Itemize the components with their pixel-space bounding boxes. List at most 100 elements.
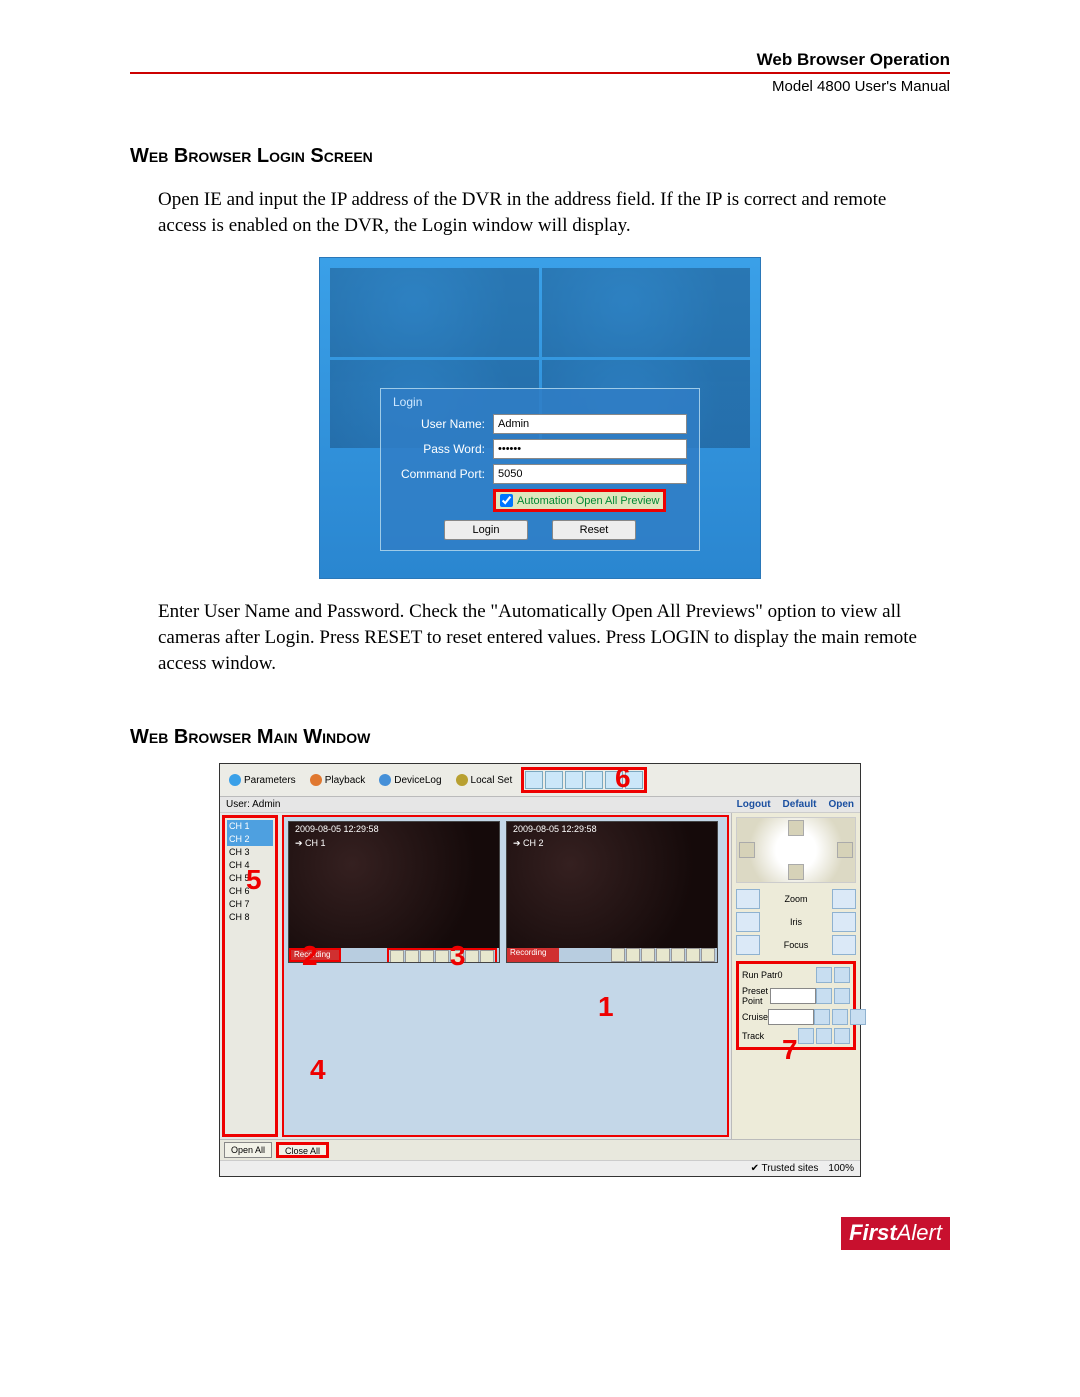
channel-item[interactable]: CH 5	[227, 872, 273, 885]
pill-icon[interactable]	[816, 988, 832, 1004]
layout-25[interactable]	[605, 771, 623, 789]
preset-point-label: Preset Point	[742, 986, 770, 1006]
track-label: Track	[742, 1031, 764, 1041]
section-heading-login: Web Browser Login Screen	[130, 145, 950, 168]
channel-item[interactable]: CH 7	[227, 898, 273, 911]
password-label: Pass Word:	[393, 442, 485, 456]
auto-open-preview-checkbox[interactable]	[500, 494, 513, 507]
toolbar-parameters-label: Parameters	[244, 775, 296, 786]
tile-ctrl-icon[interactable]	[671, 948, 685, 962]
focus-far-button[interactable]	[832, 935, 856, 955]
tile-ctrl-icon[interactable]	[420, 950, 434, 963]
pill-icon[interactable]	[834, 967, 850, 983]
zoom-out-button[interactable]	[736, 889, 760, 909]
pill-icon[interactable]	[850, 1009, 866, 1025]
toolbar-devicelog[interactable]: DeviceLog	[374, 773, 446, 787]
layout-buttons-group	[521, 767, 647, 793]
layout-9[interactable]	[565, 771, 583, 789]
channel-item[interactable]: CH 6	[227, 885, 273, 898]
tile-control-strip	[387, 948, 497, 963]
toolbar-devicelog-label: DeviceLog	[394, 775, 441, 786]
page-header-subtitle: Model 4800 User's Manual	[130, 78, 950, 95]
zoom-in-button[interactable]	[832, 889, 856, 909]
pill-icon[interactable]	[834, 1028, 850, 1044]
bottom-bar: Open All Close All	[220, 1139, 860, 1160]
pill-icon[interactable]	[834, 988, 850, 1004]
toolbar-playback-label: Playback	[325, 775, 366, 786]
default-link[interactable]: Default	[783, 799, 817, 810]
channel-item[interactable]: CH 4	[227, 859, 273, 872]
iris-close-button[interactable]	[736, 912, 760, 932]
tile-ctrl-icon[interactable]	[480, 950, 494, 963]
tile-ctrl-icon[interactable]	[450, 950, 464, 963]
close-all-button[interactable]: Close All	[276, 1142, 329, 1158]
video-tile-ch1[interactable]: 2009-08-05 12:29:58 ➔ CH 1 Recording	[288, 821, 500, 963]
tile-ctrl-icon[interactable]	[641, 948, 655, 962]
tile-ctrl-icon[interactable]	[626, 948, 640, 962]
ptz-right-icon[interactable]	[837, 842, 853, 858]
tile-ctrl-icon[interactable]	[435, 950, 449, 963]
video-tile-ch2[interactable]: 2009-08-05 12:29:58 ➔ CH 2 Recording	[506, 821, 718, 963]
password-input[interactable]	[493, 439, 687, 459]
username-input[interactable]	[493, 414, 687, 434]
tile-ctrl-icon[interactable]	[611, 948, 625, 962]
ptz-left-icon[interactable]	[739, 842, 755, 858]
current-user-label: User: Admin	[226, 799, 280, 810]
user-bar: User: Admin Logout Default Open	[220, 797, 860, 813]
section-heading-main-window: Web Browser Main Window	[130, 726, 950, 749]
layout-36[interactable]	[625, 771, 643, 789]
open-all-button[interactable]: Open All	[224, 1142, 272, 1158]
logout-link[interactable]: Logout	[737, 799, 771, 810]
main-toolbar: Parameters Playback DeviceLog Local Set	[220, 764, 860, 797]
ptz-up-icon[interactable]	[788, 820, 804, 836]
tile-timestamp: 2009-08-05 12:29:58	[513, 824, 597, 834]
reset-button[interactable]: Reset	[552, 520, 636, 540]
preview-area: 2009-08-05 12:29:58 ➔ CH 1 Recording 200…	[282, 815, 729, 1137]
focus-near-button[interactable]	[736, 935, 760, 955]
recording-indicator: Recording	[507, 948, 559, 962]
preset-point-input[interactable]	[770, 988, 816, 1004]
pill-icon[interactable]	[816, 967, 832, 983]
status-bar: ✔ Trusted sites 100%	[220, 1160, 860, 1176]
ptz-direction-pad[interactable]	[736, 817, 856, 883]
channel-item[interactable]: CH 1	[227, 820, 273, 833]
username-label: User Name:	[393, 417, 485, 431]
trusted-sites-label: ✔ Trusted sites	[751, 1163, 819, 1174]
cruise-label: Cruise	[742, 1012, 768, 1022]
command-port-input[interactable]	[493, 464, 687, 484]
channel-item[interactable]: CH 2	[227, 833, 273, 846]
layout-1[interactable]	[525, 771, 543, 789]
page-header-title: Web Browser Operation	[130, 50, 950, 70]
open-link[interactable]: Open	[828, 799, 854, 810]
tile-ctrl-icon[interactable]	[465, 950, 479, 963]
tile-ctrl-icon[interactable]	[405, 950, 419, 963]
pill-icon[interactable]	[798, 1028, 814, 1044]
header-divider	[130, 72, 950, 74]
layout-16[interactable]	[585, 771, 603, 789]
tile-timestamp: 2009-08-05 12:29:58	[295, 824, 379, 834]
tile-ctrl-icon[interactable]	[656, 948, 670, 962]
pill-icon[interactable]	[816, 1028, 832, 1044]
login-button[interactable]: Login	[444, 520, 528, 540]
channel-item[interactable]: CH 3	[227, 846, 273, 859]
login-dialog-title: Login	[393, 395, 687, 409]
pill-icon[interactable]	[832, 1009, 848, 1025]
tile-ctrl-icon[interactable]	[390, 950, 404, 963]
tile-control-strip	[611, 948, 715, 962]
cruise-input[interactable]	[768, 1009, 814, 1025]
pill-icon[interactable]	[814, 1009, 830, 1025]
toolbar-localset-label: Local Set	[471, 775, 513, 786]
layout-4[interactable]	[545, 771, 563, 789]
ptz-preset-group: Run Patr0 Preset Point Cruise Track	[736, 961, 856, 1050]
tile-ctrl-icon[interactable]	[701, 948, 715, 962]
iris-open-button[interactable]	[832, 912, 856, 932]
logo-word-alert: Alert	[897, 1220, 942, 1245]
toolbar-localset[interactable]: Local Set	[451, 773, 518, 787]
toolbar-parameters[interactable]: Parameters	[224, 773, 301, 787]
ptz-down-icon[interactable]	[788, 864, 804, 880]
channel-item[interactable]: CH 8	[227, 911, 273, 924]
playback-icon	[310, 774, 322, 786]
tile-ctrl-icon[interactable]	[686, 948, 700, 962]
ptz-panel: Zoom Iris Focus Run Patr0 Preset Point C…	[731, 813, 860, 1139]
toolbar-playback[interactable]: Playback	[305, 773, 371, 787]
